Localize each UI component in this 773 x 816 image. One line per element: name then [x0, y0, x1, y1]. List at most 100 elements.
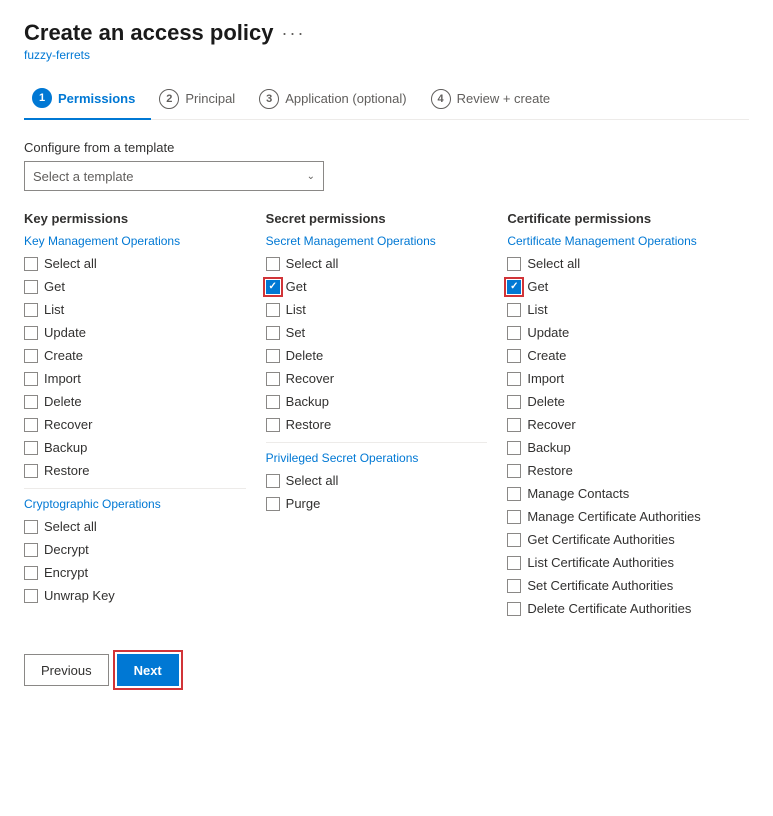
checkbox-label-key-backup[interactable]: Backup [44, 440, 87, 455]
checkbox-label-key-decrypt[interactable]: Decrypt [44, 542, 89, 557]
checkbox-key-recover[interactable] [24, 418, 38, 432]
checkbox-item-cert-recover: Recover [507, 415, 729, 434]
checkbox-item-sec-delete: Delete [266, 346, 488, 365]
checkbox-cert-select-all[interactable] [507, 257, 521, 271]
checkbox-label-cert-manage-ca[interactable]: Manage Certificate Authorities [527, 509, 700, 524]
checkbox-key-crypto-select-all[interactable] [24, 520, 38, 534]
checkbox-cert-delete-ca[interactable] [507, 602, 521, 616]
checkbox-label-cert-list-ca[interactable]: List Certificate Authorities [527, 555, 674, 570]
checkbox-label-key-create[interactable]: Create [44, 348, 83, 363]
template-dropdown[interactable]: Select a template ⌄ [24, 161, 324, 191]
checkbox-label-sec-list[interactable]: List [286, 302, 306, 317]
checkbox-label-sec-restore[interactable]: Restore [286, 417, 332, 432]
checkbox-label-cert-get-ca[interactable]: Get Certificate Authorities [527, 532, 674, 547]
checkbox-label-key-delete[interactable]: Delete [44, 394, 82, 409]
checkbox-label-sec-set[interactable]: Set [286, 325, 306, 340]
checkbox-key-restore[interactable] [24, 464, 38, 478]
ellipsis-menu[interactable]: ··· [281, 23, 305, 44]
perm-group-label-0-1: Cryptographic Operations [24, 497, 246, 511]
checkbox-label-cert-list[interactable]: List [527, 302, 547, 317]
step-4[interactable]: 4 Review + create [423, 79, 567, 119]
checkbox-key-encrypt[interactable] [24, 566, 38, 580]
checkbox-item-cert-delete-ca: Delete Certificate Authorities [507, 599, 729, 618]
checkbox-sec-restore[interactable] [266, 418, 280, 432]
checkbox-cert-get[interactable] [507, 280, 521, 294]
checkbox-label-cert-get[interactable]: Get [527, 279, 548, 294]
checkbox-cert-create[interactable] [507, 349, 521, 363]
checkbox-key-unwrap[interactable] [24, 589, 38, 603]
step-label-1: Permissions [58, 91, 135, 106]
checkbox-label-cert-delete[interactable]: Delete [527, 394, 565, 409]
checkbox-label-cert-backup[interactable]: Backup [527, 440, 570, 455]
checkbox-label-key-unwrap[interactable]: Unwrap Key [44, 588, 115, 603]
checkbox-key-list[interactable] [24, 303, 38, 317]
checkbox-cert-manage-contacts[interactable] [507, 487, 521, 501]
checkbox-cert-set-ca[interactable] [507, 579, 521, 593]
checkbox-sec-set[interactable] [266, 326, 280, 340]
checkbox-item-sec-set: Set [266, 323, 488, 342]
checkbox-label-key-encrypt[interactable]: Encrypt [44, 565, 88, 580]
checkbox-label-cert-delete-ca[interactable]: Delete Certificate Authorities [527, 601, 691, 616]
checkbox-key-select-all[interactable] [24, 257, 38, 271]
checkbox-sec-recover[interactable] [266, 372, 280, 386]
checkbox-key-update[interactable] [24, 326, 38, 340]
breadcrumb[interactable]: fuzzy-ferrets [24, 48, 749, 62]
checkbox-label-sec-select-all[interactable]: Select all [286, 256, 339, 271]
checkbox-sec-list[interactable] [266, 303, 280, 317]
checkbox-item-key-restore: Restore [24, 461, 246, 480]
checkbox-label-key-recover[interactable]: Recover [44, 417, 92, 432]
step-1[interactable]: 1 Permissions [24, 78, 151, 120]
checkbox-label-cert-restore[interactable]: Restore [527, 463, 573, 478]
checkbox-label-cert-manage-contacts[interactable]: Manage Contacts [527, 486, 629, 501]
checkbox-label-sec-recover[interactable]: Recover [286, 371, 334, 386]
checkbox-label-key-list[interactable]: List [44, 302, 64, 317]
checkbox-key-backup[interactable] [24, 441, 38, 455]
checkbox-key-delete[interactable] [24, 395, 38, 409]
checkbox-cert-list-ca[interactable] [507, 556, 521, 570]
checkbox-item-key-delete: Delete [24, 392, 246, 411]
checkbox-label-key-get[interactable]: Get [44, 279, 65, 294]
checkbox-sec-purge[interactable] [266, 497, 280, 511]
checkbox-label-sec-backup[interactable]: Backup [286, 394, 329, 409]
checkbox-label-cert-select-all[interactable]: Select all [527, 256, 580, 271]
previous-button[interactable]: Previous [24, 654, 109, 686]
checkbox-item-key-import: Import [24, 369, 246, 388]
checkbox-label-cert-create[interactable]: Create [527, 348, 566, 363]
checkbox-label-cert-update[interactable]: Update [527, 325, 569, 340]
checkbox-sec-backup[interactable] [266, 395, 280, 409]
checkbox-sec-get[interactable] [266, 280, 280, 294]
checkbox-cert-backup[interactable] [507, 441, 521, 455]
checkbox-label-sec-priv-select-all[interactable]: Select all [286, 473, 339, 488]
checkbox-sec-select-all[interactable] [266, 257, 280, 271]
checkbox-item-cert-list: List [507, 300, 729, 319]
checkbox-key-create[interactable] [24, 349, 38, 363]
checkbox-label-sec-get[interactable]: Get [286, 279, 307, 294]
checkbox-sec-priv-select-all[interactable] [266, 474, 280, 488]
checkbox-label-cert-set-ca[interactable]: Set Certificate Authorities [527, 578, 673, 593]
checkbox-key-import[interactable] [24, 372, 38, 386]
checkbox-key-get[interactable] [24, 280, 38, 294]
checkbox-label-cert-import[interactable]: Import [527, 371, 564, 386]
step-3[interactable]: 3 Application (optional) [251, 79, 422, 119]
checkbox-cert-manage-ca[interactable] [507, 510, 521, 524]
checkbox-key-decrypt[interactable] [24, 543, 38, 557]
step-2[interactable]: 2 Principal [151, 79, 251, 119]
checkbox-label-key-select-all[interactable]: Select all [44, 256, 97, 271]
step-circle-3: 3 [259, 89, 279, 109]
checkbox-label-key-restore[interactable]: Restore [44, 463, 90, 478]
checkbox-cert-recover[interactable] [507, 418, 521, 432]
checkbox-cert-list[interactable] [507, 303, 521, 317]
checkbox-sec-delete[interactable] [266, 349, 280, 363]
checkbox-cert-update[interactable] [507, 326, 521, 340]
checkbox-label-cert-recover[interactable]: Recover [527, 417, 575, 432]
checkbox-label-sec-delete[interactable]: Delete [286, 348, 324, 363]
checkbox-label-sec-purge[interactable]: Purge [286, 496, 321, 511]
checkbox-label-key-update[interactable]: Update [44, 325, 86, 340]
checkbox-cert-restore[interactable] [507, 464, 521, 478]
checkbox-cert-get-ca[interactable] [507, 533, 521, 547]
next-button[interactable]: Next [117, 654, 179, 686]
checkbox-cert-import[interactable] [507, 372, 521, 386]
checkbox-label-key-import[interactable]: Import [44, 371, 81, 386]
checkbox-label-key-crypto-select-all[interactable]: Select all [44, 519, 97, 534]
checkbox-cert-delete[interactable] [507, 395, 521, 409]
